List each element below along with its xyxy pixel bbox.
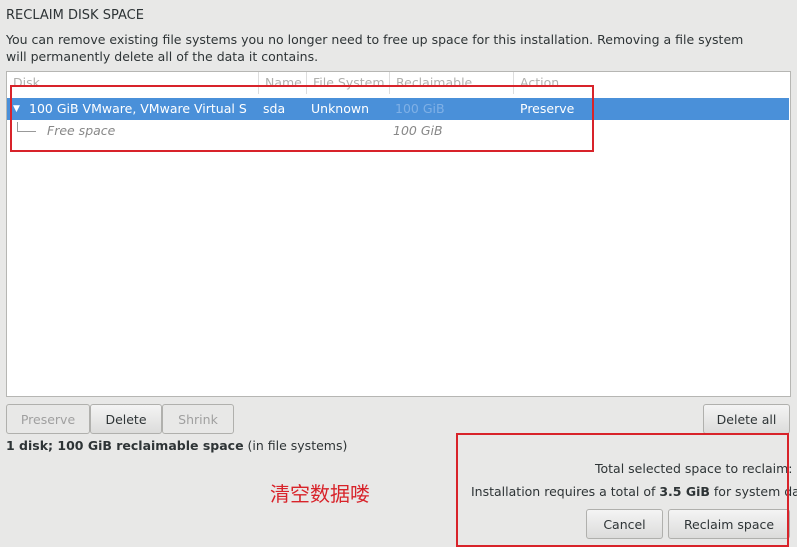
- summary-bold: 1 disk; 100 GiB reclaimable space: [6, 438, 244, 453]
- annotation-box: [10, 85, 594, 152]
- annotation-box: [456, 433, 789, 547]
- delete-button[interactable]: Delete: [90, 404, 162, 434]
- summary: 1 disk; 100 GiB reclaimable space (in fi…: [6, 438, 347, 453]
- summary-rest: (in file systems): [243, 438, 348, 453]
- delete-all-button[interactable]: Delete all: [703, 404, 790, 434]
- shrink-button[interactable]: Shrink: [162, 404, 234, 434]
- preserve-button[interactable]: Preserve: [6, 404, 90, 434]
- description: You can remove existing file systems you…: [6, 32, 744, 64]
- page-title: RECLAIM DISK SPACE: [6, 8, 144, 23]
- annotation-text: 清空数据喽: [270, 482, 370, 506]
